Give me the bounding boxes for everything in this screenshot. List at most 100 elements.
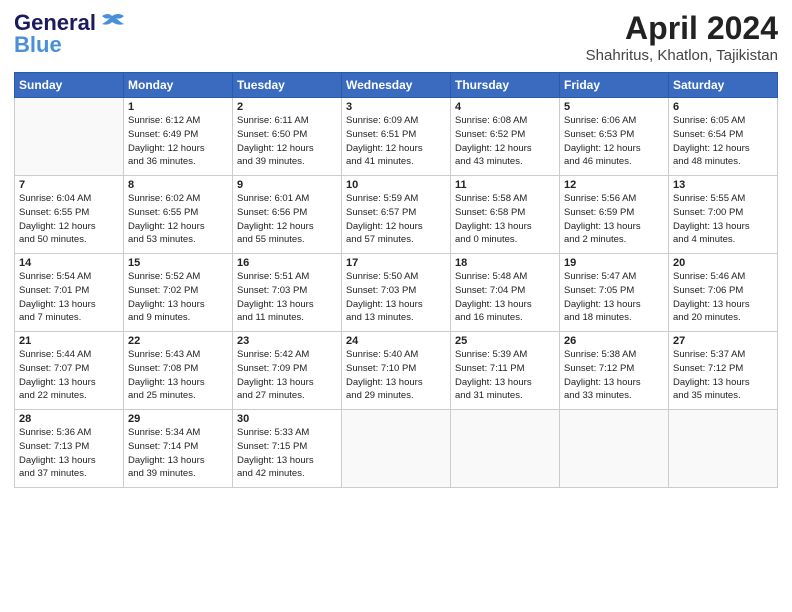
day-info: Sunrise: 6:04 AMSunset: 6:55 PMDaylight:… (19, 192, 119, 247)
day-number: 6 (673, 101, 773, 113)
day-info: Sunrise: 6:12 AMSunset: 6:49 PMDaylight:… (128, 114, 228, 169)
day-info: Sunrise: 5:44 AMSunset: 7:07 PMDaylight:… (19, 348, 119, 403)
logo: General Blue (14, 10, 126, 58)
day-info: Sunrise: 6:11 AMSunset: 6:50 PMDaylight:… (237, 114, 337, 169)
calendar-cell: 27Sunrise: 5:37 AMSunset: 7:12 PMDayligh… (669, 332, 778, 410)
day-number: 1 (128, 101, 228, 113)
header: General Blue April 2024 Shahritus, Khatl… (14, 10, 778, 64)
day-info: Sunrise: 5:52 AMSunset: 7:02 PMDaylight:… (128, 270, 228, 325)
calendar-cell: 11Sunrise: 5:58 AMSunset: 6:58 PMDayligh… (451, 176, 560, 254)
day-number: 25 (455, 335, 555, 347)
calendar-cell: 2Sunrise: 6:11 AMSunset: 6:50 PMDaylight… (233, 98, 342, 176)
month-title: April 2024 (586, 10, 778, 47)
calendar-cell: 23Sunrise: 5:42 AMSunset: 7:09 PMDayligh… (233, 332, 342, 410)
calendar-cell (15, 98, 124, 176)
day-info: Sunrise: 5:56 AMSunset: 6:59 PMDaylight:… (564, 192, 664, 247)
calendar-week-4: 21Sunrise: 5:44 AMSunset: 7:07 PMDayligh… (15, 332, 778, 410)
day-number: 11 (455, 179, 555, 191)
day-number: 28 (19, 413, 119, 425)
calendar-cell: 8Sunrise: 6:02 AMSunset: 6:55 PMDaylight… (124, 176, 233, 254)
col-saturday: Saturday (669, 73, 778, 98)
logo-bird-icon (98, 12, 126, 34)
calendar-cell: 12Sunrise: 5:56 AMSunset: 6:59 PMDayligh… (560, 176, 669, 254)
day-number: 23 (237, 335, 337, 347)
day-number: 15 (128, 257, 228, 269)
day-number: 12 (564, 179, 664, 191)
day-number: 7 (19, 179, 119, 191)
day-number: 22 (128, 335, 228, 347)
col-thursday: Thursday (451, 73, 560, 98)
day-info: Sunrise: 5:33 AMSunset: 7:15 PMDaylight:… (237, 426, 337, 481)
calendar-week-1: 1Sunrise: 6:12 AMSunset: 6:49 PMDaylight… (15, 98, 778, 176)
day-number: 27 (673, 335, 773, 347)
day-number: 8 (128, 179, 228, 191)
calendar-cell: 21Sunrise: 5:44 AMSunset: 7:07 PMDayligh… (15, 332, 124, 410)
calendar-cell: 6Sunrise: 6:05 AMSunset: 6:54 PMDaylight… (669, 98, 778, 176)
day-info: Sunrise: 5:36 AMSunset: 7:13 PMDaylight:… (19, 426, 119, 481)
day-info: Sunrise: 6:08 AMSunset: 6:52 PMDaylight:… (455, 114, 555, 169)
calendar-table: Sunday Monday Tuesday Wednesday Thursday… (14, 72, 778, 488)
day-number: 21 (19, 335, 119, 347)
day-info: Sunrise: 5:50 AMSunset: 7:03 PMDaylight:… (346, 270, 446, 325)
day-info: Sunrise: 6:09 AMSunset: 6:51 PMDaylight:… (346, 114, 446, 169)
calendar-cell: 4Sunrise: 6:08 AMSunset: 6:52 PMDaylight… (451, 98, 560, 176)
calendar-cell: 29Sunrise: 5:34 AMSunset: 7:14 PMDayligh… (124, 410, 233, 488)
day-number: 19 (564, 257, 664, 269)
day-info: Sunrise: 5:42 AMSunset: 7:09 PMDaylight:… (237, 348, 337, 403)
calendar-cell: 13Sunrise: 5:55 AMSunset: 7:00 PMDayligh… (669, 176, 778, 254)
calendar-week-2: 7Sunrise: 6:04 AMSunset: 6:55 PMDaylight… (15, 176, 778, 254)
calendar-week-3: 14Sunrise: 5:54 AMSunset: 7:01 PMDayligh… (15, 254, 778, 332)
day-number: 14 (19, 257, 119, 269)
day-number: 17 (346, 257, 446, 269)
calendar-cell: 18Sunrise: 5:48 AMSunset: 7:04 PMDayligh… (451, 254, 560, 332)
calendar-cell: 20Sunrise: 5:46 AMSunset: 7:06 PMDayligh… (669, 254, 778, 332)
calendar-week-5: 28Sunrise: 5:36 AMSunset: 7:13 PMDayligh… (15, 410, 778, 488)
day-number: 3 (346, 101, 446, 113)
page-container: General Blue April 2024 Shahritus, Khatl… (0, 0, 792, 498)
calendar-cell: 3Sunrise: 6:09 AMSunset: 6:51 PMDaylight… (342, 98, 451, 176)
location: Shahritus, Khatlon, Tajikistan (586, 47, 778, 64)
calendar-cell (560, 410, 669, 488)
day-info: Sunrise: 6:01 AMSunset: 6:56 PMDaylight:… (237, 192, 337, 247)
day-info: Sunrise: 5:40 AMSunset: 7:10 PMDaylight:… (346, 348, 446, 403)
calendar-cell: 19Sunrise: 5:47 AMSunset: 7:05 PMDayligh… (560, 254, 669, 332)
calendar-cell: 24Sunrise: 5:40 AMSunset: 7:10 PMDayligh… (342, 332, 451, 410)
col-monday: Monday (124, 73, 233, 98)
calendar-cell: 7Sunrise: 6:04 AMSunset: 6:55 PMDaylight… (15, 176, 124, 254)
col-friday: Friday (560, 73, 669, 98)
day-info: Sunrise: 5:46 AMSunset: 7:06 PMDaylight:… (673, 270, 773, 325)
day-info: Sunrise: 5:38 AMSunset: 7:12 PMDaylight:… (564, 348, 664, 403)
col-tuesday: Tuesday (233, 73, 342, 98)
day-number: 13 (673, 179, 773, 191)
day-info: Sunrise: 5:37 AMSunset: 7:12 PMDaylight:… (673, 348, 773, 403)
day-info: Sunrise: 5:58 AMSunset: 6:58 PMDaylight:… (455, 192, 555, 247)
day-info: Sunrise: 5:48 AMSunset: 7:04 PMDaylight:… (455, 270, 555, 325)
calendar-cell: 30Sunrise: 5:33 AMSunset: 7:15 PMDayligh… (233, 410, 342, 488)
calendar-cell (669, 410, 778, 488)
day-number: 2 (237, 101, 337, 113)
calendar-cell: 16Sunrise: 5:51 AMSunset: 7:03 PMDayligh… (233, 254, 342, 332)
day-info: Sunrise: 5:34 AMSunset: 7:14 PMDaylight:… (128, 426, 228, 481)
header-row: Sunday Monday Tuesday Wednesday Thursday… (15, 73, 778, 98)
col-sunday: Sunday (15, 73, 124, 98)
col-wednesday: Wednesday (342, 73, 451, 98)
calendar-cell: 14Sunrise: 5:54 AMSunset: 7:01 PMDayligh… (15, 254, 124, 332)
day-number: 24 (346, 335, 446, 347)
day-info: Sunrise: 5:47 AMSunset: 7:05 PMDaylight:… (564, 270, 664, 325)
day-number: 26 (564, 335, 664, 347)
calendar-cell: 25Sunrise: 5:39 AMSunset: 7:11 PMDayligh… (451, 332, 560, 410)
day-number: 9 (237, 179, 337, 191)
calendar-cell: 17Sunrise: 5:50 AMSunset: 7:03 PMDayligh… (342, 254, 451, 332)
day-info: Sunrise: 6:02 AMSunset: 6:55 PMDaylight:… (128, 192, 228, 247)
calendar-cell (451, 410, 560, 488)
day-info: Sunrise: 5:55 AMSunset: 7:00 PMDaylight:… (673, 192, 773, 247)
logo-blue: Blue (14, 32, 62, 58)
calendar-cell: 22Sunrise: 5:43 AMSunset: 7:08 PMDayligh… (124, 332, 233, 410)
day-info: Sunrise: 5:43 AMSunset: 7:08 PMDaylight:… (128, 348, 228, 403)
day-info: Sunrise: 6:06 AMSunset: 6:53 PMDaylight:… (564, 114, 664, 169)
day-info: Sunrise: 5:54 AMSunset: 7:01 PMDaylight:… (19, 270, 119, 325)
calendar-cell: 1Sunrise: 6:12 AMSunset: 6:49 PMDaylight… (124, 98, 233, 176)
day-info: Sunrise: 6:05 AMSunset: 6:54 PMDaylight:… (673, 114, 773, 169)
calendar-cell: 28Sunrise: 5:36 AMSunset: 7:13 PMDayligh… (15, 410, 124, 488)
calendar-cell: 15Sunrise: 5:52 AMSunset: 7:02 PMDayligh… (124, 254, 233, 332)
